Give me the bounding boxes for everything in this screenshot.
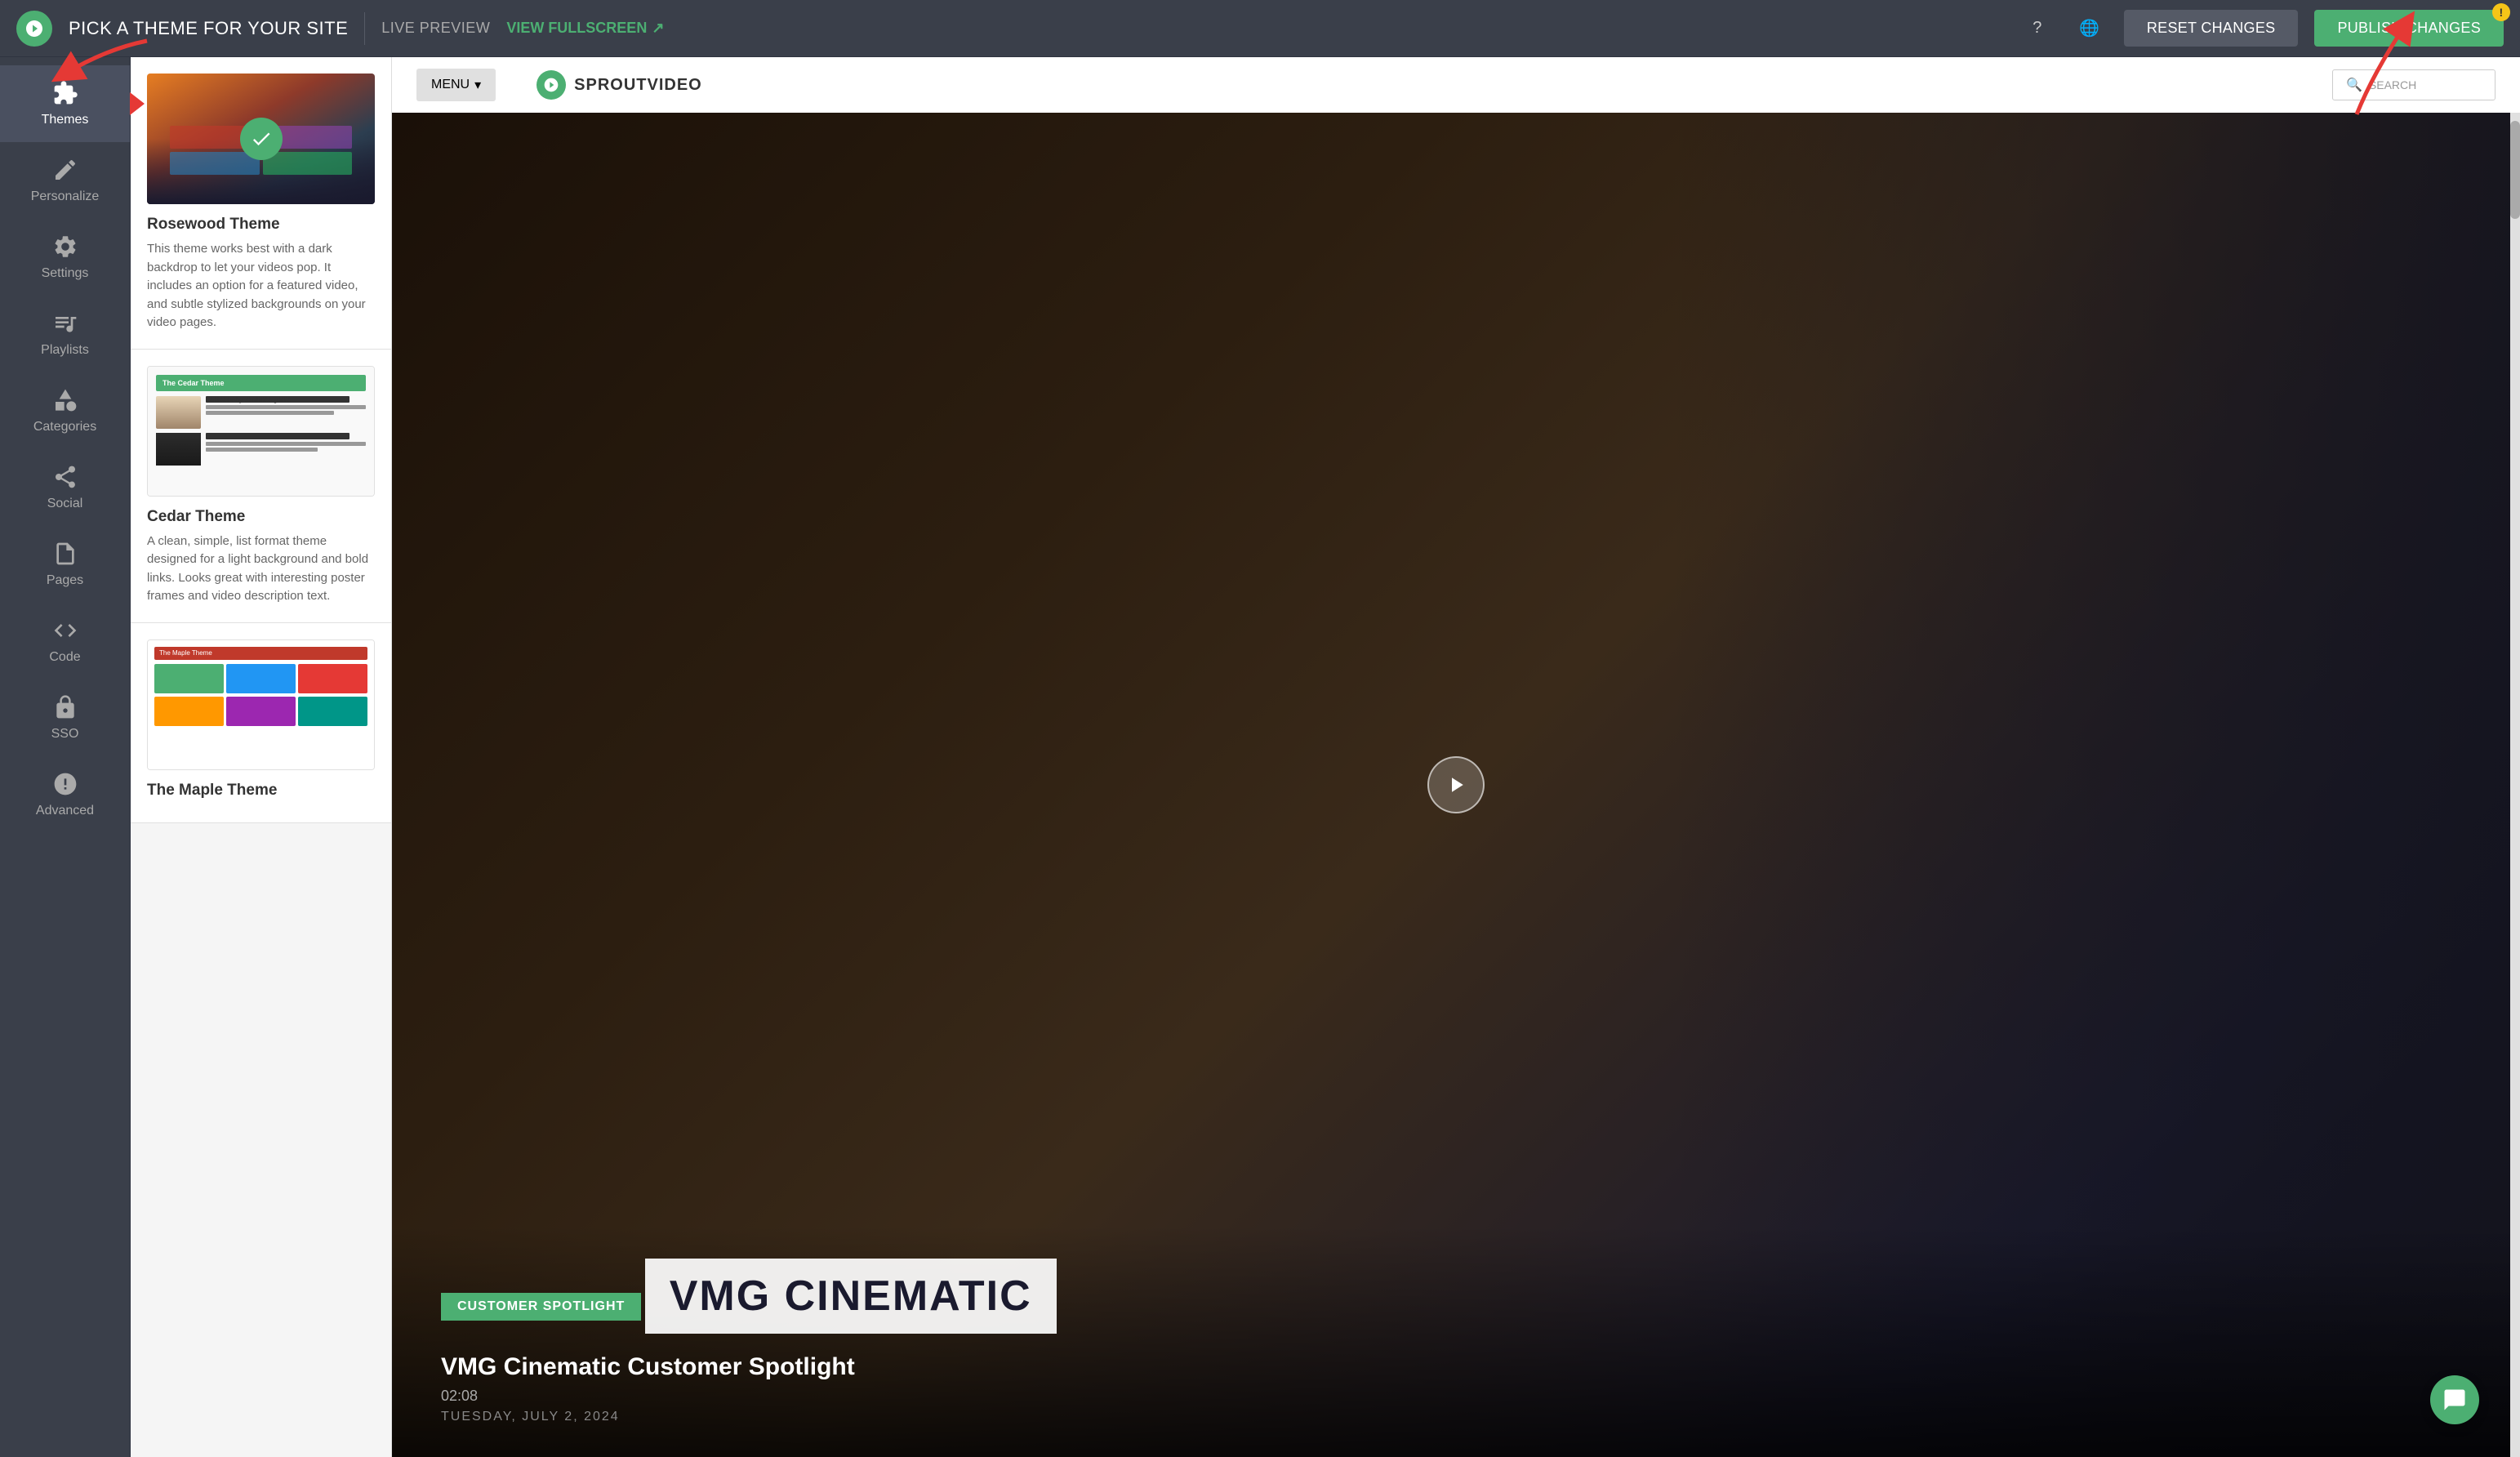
hero-badge: CUSTOMER SPOTLIGHT (441, 1293, 641, 1321)
rosewood-theme-name: Rosewood Theme (147, 216, 375, 234)
hero-video-date: TUESDAY, JULY 2, 2024 (441, 1410, 2471, 1424)
preview-search: 🔍 SEARCH (2332, 69, 2496, 100)
publish-changes-button[interactable]: PUBLISH CHANGES ! (2314, 10, 2504, 47)
preview-brand-name: SPROUTVIDEO (574, 76, 702, 95)
preview-nav: MENU ▾ SPROUTVIDEO 🔍 SEARCH (392, 57, 2520, 113)
hero-title: VMG CINEMATIC (670, 1272, 1032, 1320)
fullscreen-icon: ↗ (652, 20, 664, 37)
sidebar-item-social[interactable]: Social (0, 449, 130, 526)
preview-brand-icon (537, 70, 566, 100)
sidebar: Themes Personalize Settings Playlists (0, 57, 131, 1457)
reset-changes-button[interactable]: RESET CHANGES (2124, 10, 2299, 47)
cedar-thumbnail: The Cedar Theme Easiest way to mince gar… (147, 366, 375, 497)
sidebar-item-playlists[interactable]: Playlists (0, 296, 130, 372)
sidebar-item-advanced-label: Advanced (36, 804, 94, 818)
sidebar-item-advanced[interactable]: Advanced (0, 756, 130, 833)
chat-button[interactable] (2430, 1375, 2479, 1424)
hero-title-box: VMG CINEMATIC (645, 1259, 1057, 1334)
preview-search-icon: 🔍 (2346, 77, 2362, 93)
selected-check (240, 118, 283, 160)
cedar-theme-desc: A clean, simple, list format theme desig… (147, 532, 375, 606)
sidebar-item-sso-label: SSO (51, 727, 79, 742)
cedar-theme-name: Cedar Theme (147, 508, 375, 526)
sidebar-item-categories-label: Categories (33, 420, 96, 434)
rosewood-theme-card[interactable]: Rosewood Theme This theme works best wit… (131, 57, 391, 350)
preview-hero: CUSTOMER SPOTLIGHT VMG CINEMATIC VMG Cin… (392, 113, 2520, 1457)
preview-menu-button[interactable]: MENU ▾ (416, 69, 496, 101)
play-button[interactable] (1427, 756, 1485, 813)
sidebar-item-playlists-label: Playlists (41, 343, 89, 358)
menu-chevron-icon: ▾ (474, 77, 481, 93)
sidebar-item-code-label: Code (49, 650, 80, 665)
topbar: PICK A THEME FOR YOUR SITE LIVE PREVIEW … (0, 0, 2520, 57)
help-button[interactable]: ? (2019, 11, 2055, 47)
preview-brand: SPROUTVIDEO (537, 70, 702, 100)
hero-video-time: 02:08 (441, 1388, 2471, 1405)
topbar-divider (364, 12, 365, 45)
sidebar-item-social-label: Social (47, 497, 83, 511)
view-fullscreen-button[interactable]: VIEW FULLSCREEN ↗ (506, 20, 664, 37)
preview-site: MENU ▾ SPROUTVIDEO 🔍 SEARCH (392, 57, 2520, 1457)
preview-area: MENU ▾ SPROUTVIDEO 🔍 SEARCH (392, 57, 2520, 1457)
preview-scrollbar[interactable] (2510, 113, 2520, 1457)
globe-button[interactable]: 🌐 (2072, 11, 2108, 47)
main-layout: Themes Personalize Settings Playlists (0, 57, 2520, 1457)
sidebar-item-settings[interactable]: Settings (0, 219, 130, 296)
sidebar-item-code[interactable]: Code (0, 603, 130, 679)
sidebar-item-sso[interactable]: SSO (0, 679, 130, 756)
theme-panel: Rosewood Theme This theme works best wit… (131, 57, 392, 1457)
sidebar-item-categories[interactable]: Categories (0, 372, 130, 449)
menu-label: MENU (431, 78, 470, 92)
hero-video-title: VMG Cinematic Customer Spotlight (441, 1353, 2471, 1381)
preview-search-placeholder: SEARCH (2369, 78, 2416, 91)
maple-theme-name: The Maple Theme (147, 782, 375, 800)
sidebar-arrow-indicator (130, 92, 145, 115)
sidebar-item-pages[interactable]: Pages (0, 526, 130, 603)
cedar-theme-card[interactable]: The Cedar Theme Easiest way to mince gar… (131, 350, 391, 623)
sidebar-item-settings-label: Settings (42, 266, 89, 281)
sidebar-item-pages-label: Pages (47, 573, 83, 588)
sidebar-item-personalize[interactable]: Personalize (0, 142, 130, 219)
maple-thumbnail: The Maple Theme (147, 639, 375, 770)
sidebar-item-personalize-label: Personalize (31, 189, 100, 204)
sidebar-item-themes-label: Themes (42, 113, 89, 127)
maple-theme-card[interactable]: The Maple Theme The Maple Theme (131, 623, 391, 823)
page-title: PICK A THEME FOR YOUR SITE (69, 18, 348, 39)
publish-badge: ! (2492, 3, 2510, 21)
hero-background: CUSTOMER SPOTLIGHT VMG CINEMATIC VMG Cin… (392, 113, 2520, 1457)
fullscreen-label: VIEW FULLSCREEN (506, 20, 647, 37)
rosewood-thumbnail (147, 74, 375, 204)
hero-overlay: CUSTOMER SPOTLIGHT VMG CINEMATIC VMG Cin… (392, 1226, 2520, 1457)
rosewood-theme-desc: This theme works best with a dark backdr… (147, 240, 375, 332)
live-preview-label: LIVE PREVIEW (381, 20, 490, 37)
scrollbar-thumb[interactable] (2510, 121, 2520, 219)
app-logo (16, 11, 52, 47)
sidebar-item-themes[interactable]: Themes (0, 65, 130, 142)
